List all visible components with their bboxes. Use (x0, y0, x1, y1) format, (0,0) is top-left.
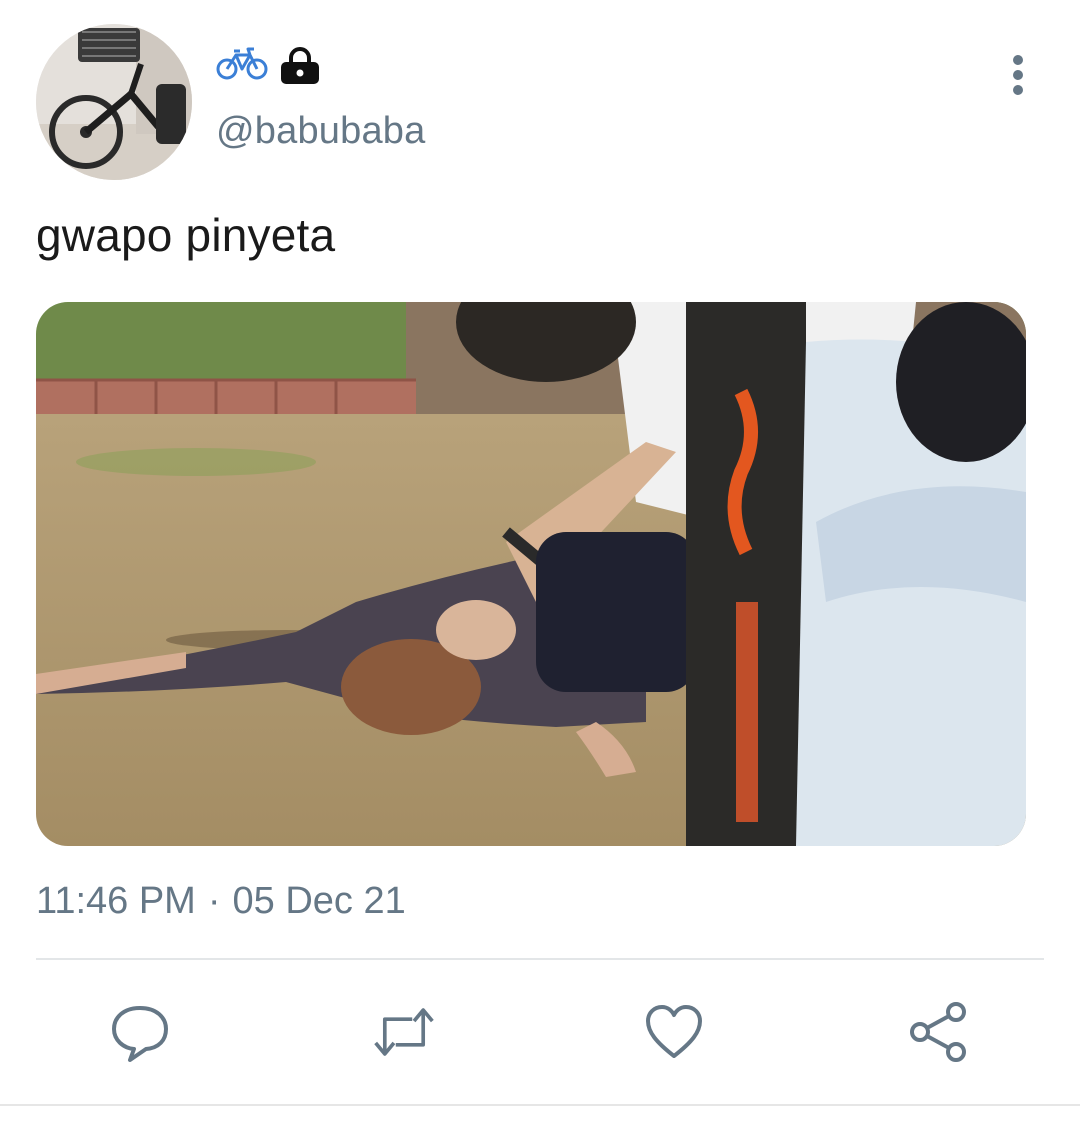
timestamp-separator: · (207, 880, 221, 922)
tweet-date: 05 Dec 21 (232, 880, 406, 922)
lock-icon (278, 44, 322, 88)
retweet-button[interactable] (372, 1000, 436, 1064)
tweet-text: gwapo pinyeta (36, 209, 336, 261)
display-name-row[interactable] (216, 40, 322, 92)
avatar-bicycle-photo (36, 24, 192, 180)
photo-cpr-scene (36, 302, 1026, 846)
like-button[interactable] (642, 1000, 706, 1064)
action-bar (0, 1000, 1080, 1064)
avatar[interactable] (36, 24, 192, 180)
share-icon (910, 1002, 966, 1062)
tweet-timestamp: 11:46 PM · 05 Dec 21 (36, 880, 406, 923)
tweet-time: 11:46 PM (36, 880, 196, 922)
user-handle[interactable]: @babubaba (216, 110, 425, 153)
reply-icon (112, 1006, 168, 1062)
bicycle-emoji (216, 45, 268, 88)
heart-icon (646, 1005, 702, 1058)
reply-button[interactable] (108, 1000, 172, 1064)
tweet-media-image[interactable] (36, 302, 1026, 846)
bottom-divider (0, 1104, 1080, 1106)
retweet-icon (374, 1008, 434, 1056)
vertical-ellipsis-icon[interactable] (998, 54, 1038, 96)
share-button[interactable] (908, 1000, 972, 1064)
divider (36, 958, 1044, 960)
